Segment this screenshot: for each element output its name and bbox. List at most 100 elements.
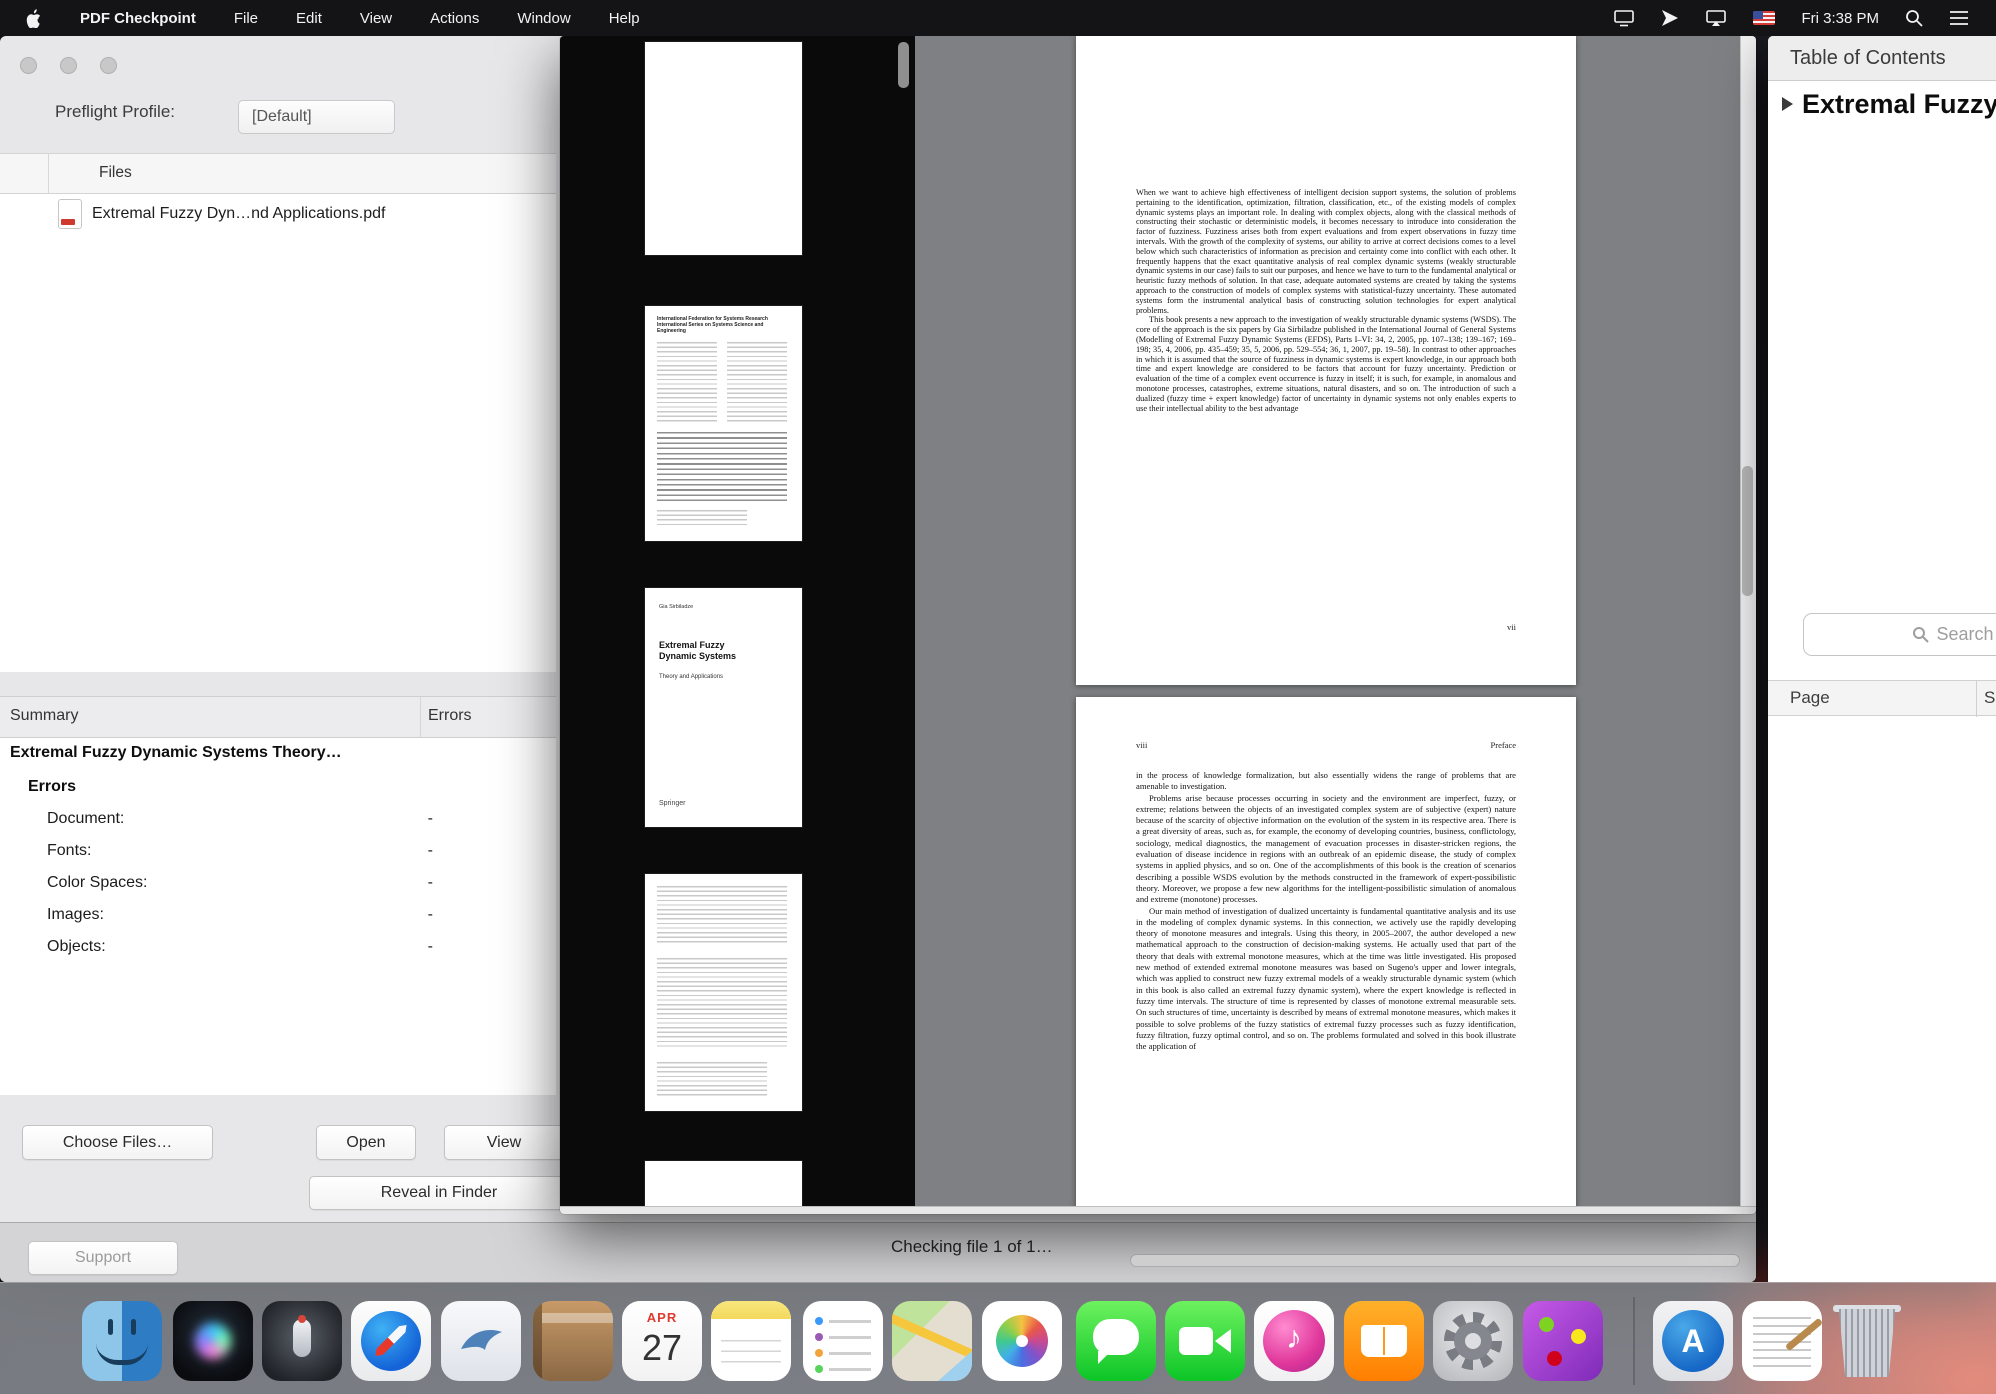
checkpoint-status-bar: Support: [0, 1222, 1756, 1282]
progress-bar: [1130, 1254, 1740, 1267]
error-label: Color Spaces:: [47, 874, 148, 892]
choose-files-button[interactable]: Choose Files…: [22, 1125, 213, 1160]
document-lines: [1753, 1317, 1811, 1369]
dock-notes-icon[interactable]: [711, 1301, 791, 1381]
dock-contacts-icon[interactable]: [533, 1301, 613, 1381]
dock-app-store-icon[interactable]: A: [1653, 1301, 1733, 1381]
main-scrollbar-track[interactable]: [1740, 36, 1756, 1206]
finder-smile: [96, 1343, 148, 1365]
dock-reminders-icon[interactable]: [803, 1301, 883, 1381]
menu-actions[interactable]: Actions: [411, 0, 498, 36]
dock-finder-icon[interactable]: [82, 1301, 162, 1381]
paragraph: in the process of knowledge formalizatio…: [1136, 770, 1516, 793]
desktop: Preflight Profile: [Default] Files Extre…: [0, 0, 1996, 1394]
zoom-window-button[interactable]: [100, 57, 117, 74]
file-list-area[interactable]: [0, 233, 556, 672]
menu-file[interactable]: File: [215, 0, 277, 36]
close-window-button[interactable]: [20, 57, 37, 74]
disclosure-triangle-icon[interactable]: [1782, 97, 1793, 111]
menu-edit[interactable]: Edit: [277, 0, 341, 36]
thumbnail-scrollbar[interactable]: [898, 42, 909, 88]
summary-header-row: Summary Errors: [0, 696, 556, 738]
error-label: Objects:: [47, 938, 106, 956]
dock-messages-icon[interactable]: [1076, 1301, 1156, 1381]
toc-search-field[interactable]: Search: [1803, 613, 1996, 656]
speech-bubble: [1093, 1319, 1139, 1355]
dock-separator: [1633, 1297, 1635, 1385]
summary-file-title: Extremal Fuzzy Dynamic Systems Theory…: [10, 744, 342, 762]
open-button[interactable]: Open: [316, 1125, 416, 1160]
airplay-status-icon[interactable]: [1692, 0, 1740, 36]
pdf-page-viii: viii Preface in the process of knowledge…: [1076, 697, 1576, 1214]
calendar-month: APR: [622, 1310, 702, 1325]
toc-root-item[interactable]: Extremal Fuzzy: [1768, 82, 1996, 126]
minimize-window-button[interactable]: [60, 57, 77, 74]
dock-siri-icon[interactable]: [173, 1301, 253, 1381]
support-button[interactable]: Support: [28, 1241, 178, 1275]
checkpoint-dot: [1571, 1329, 1586, 1344]
page-thumbnail-4[interactable]: [645, 874, 802, 1111]
error-value: -: [360, 810, 433, 828]
photos-flower-center: [1016, 1335, 1028, 1347]
reminder-row: [815, 1349, 871, 1357]
second-column-header[interactable]: S: [1984, 688, 1995, 708]
dock-safari-icon[interactable]: [351, 1301, 431, 1381]
spotlight-icon[interactable]: [1892, 0, 1936, 36]
reveal-in-finder-button[interactable]: Reveal in Finder: [309, 1176, 569, 1210]
running-header: viii Preface: [1136, 740, 1516, 750]
dock-mail-icon[interactable]: [441, 1301, 521, 1381]
search-results-header: Page S: [1768, 680, 1996, 716]
page-text-block: in the process of knowledge formalizatio…: [1136, 770, 1516, 1052]
page-thumbnail-3[interactable]: Gia Sirbiladze Extremal Fuzzy Dynamic Sy…: [645, 588, 802, 827]
main-scrollbar-thumb[interactable]: [1742, 466, 1753, 596]
menu-help[interactable]: Help: [590, 0, 659, 36]
rocket-tip: [298, 1315, 306, 1323]
book-band: [542, 1313, 613, 1323]
notification-center-icon[interactable]: [1936, 0, 1982, 36]
pdf-page-vii: When we want to achieve high effectivene…: [1076, 36, 1576, 685]
thumbnail-publisher: Springer: [659, 800, 685, 807]
dock-facetime-icon[interactable]: [1165, 1301, 1245, 1381]
reminder-row: [815, 1317, 871, 1325]
view-button[interactable]: View: [444, 1125, 564, 1160]
app-store-glyph: A: [1653, 1323, 1733, 1360]
dock-maps-icon[interactable]: [892, 1301, 972, 1381]
dock-textedit-icon[interactable]: [1742, 1301, 1822, 1381]
apple-menu[interactable]: [0, 0, 61, 36]
map-road: [892, 1313, 972, 1366]
files-column-header: Files: [99, 164, 132, 182]
error-label: Fonts:: [47, 842, 91, 860]
menu-bar-clock[interactable]: Fri 3:38 PM: [1788, 0, 1892, 36]
paragraph: This book presents a new approach to the…: [1136, 315, 1516, 413]
dock-launchpad-icon[interactable]: [262, 1301, 342, 1381]
error-label: Images:: [47, 906, 104, 924]
page-column-header[interactable]: Page: [1790, 688, 1830, 708]
page-thumbnail-1[interactable]: [645, 42, 802, 255]
thumbnail-sidebar: International Federation for Systems Res…: [560, 36, 915, 1206]
page-thumbnail-2[interactable]: International Federation for Systems Res…: [645, 306, 802, 541]
search-icon: [1912, 626, 1929, 643]
dock-pdf-checkpoint-icon[interactable]: [1523, 1301, 1603, 1381]
menu-view[interactable]: View: [341, 0, 411, 36]
paragraph: When we want to achieve high effectivene…: [1136, 188, 1516, 315]
thumbnail-author: Gia Sirbiladze: [659, 604, 693, 610]
launcher-status-icon[interactable]: [1648, 0, 1692, 36]
menu-window[interactable]: Window: [498, 0, 589, 36]
error-row-objects: Objects: -: [0, 938, 556, 962]
file-row[interactable]: Extremal Fuzzy Dyn…nd Applications.pdf: [0, 194, 556, 233]
preflight-profile-dropdown[interactable]: [Default]: [238, 100, 395, 134]
dock-system-preferences-icon[interactable]: [1433, 1301, 1513, 1381]
dock-calendar-icon[interactable]: APR 27: [622, 1301, 702, 1381]
keyboard-flag-icon[interactable]: [1740, 0, 1788, 36]
trash-basket: [1835, 1309, 1899, 1377]
thumbnail-text-lines: [657, 510, 747, 528]
dock-itunes-icon[interactable]: ♪: [1254, 1301, 1334, 1381]
files-table-header: Files: [0, 153, 556, 194]
dock-trash-icon[interactable]: [1827, 1301, 1907, 1381]
dock-ibooks-icon[interactable]: [1344, 1301, 1424, 1381]
dock-photos-icon[interactable]: [982, 1301, 1062, 1381]
speech-bubble-tail: [1098, 1351, 1111, 1364]
notes-lines: [721, 1331, 781, 1371]
display-status-icon[interactable]: [1600, 0, 1648, 36]
app-menu-title[interactable]: PDF Checkpoint: [61, 0, 215, 36]
